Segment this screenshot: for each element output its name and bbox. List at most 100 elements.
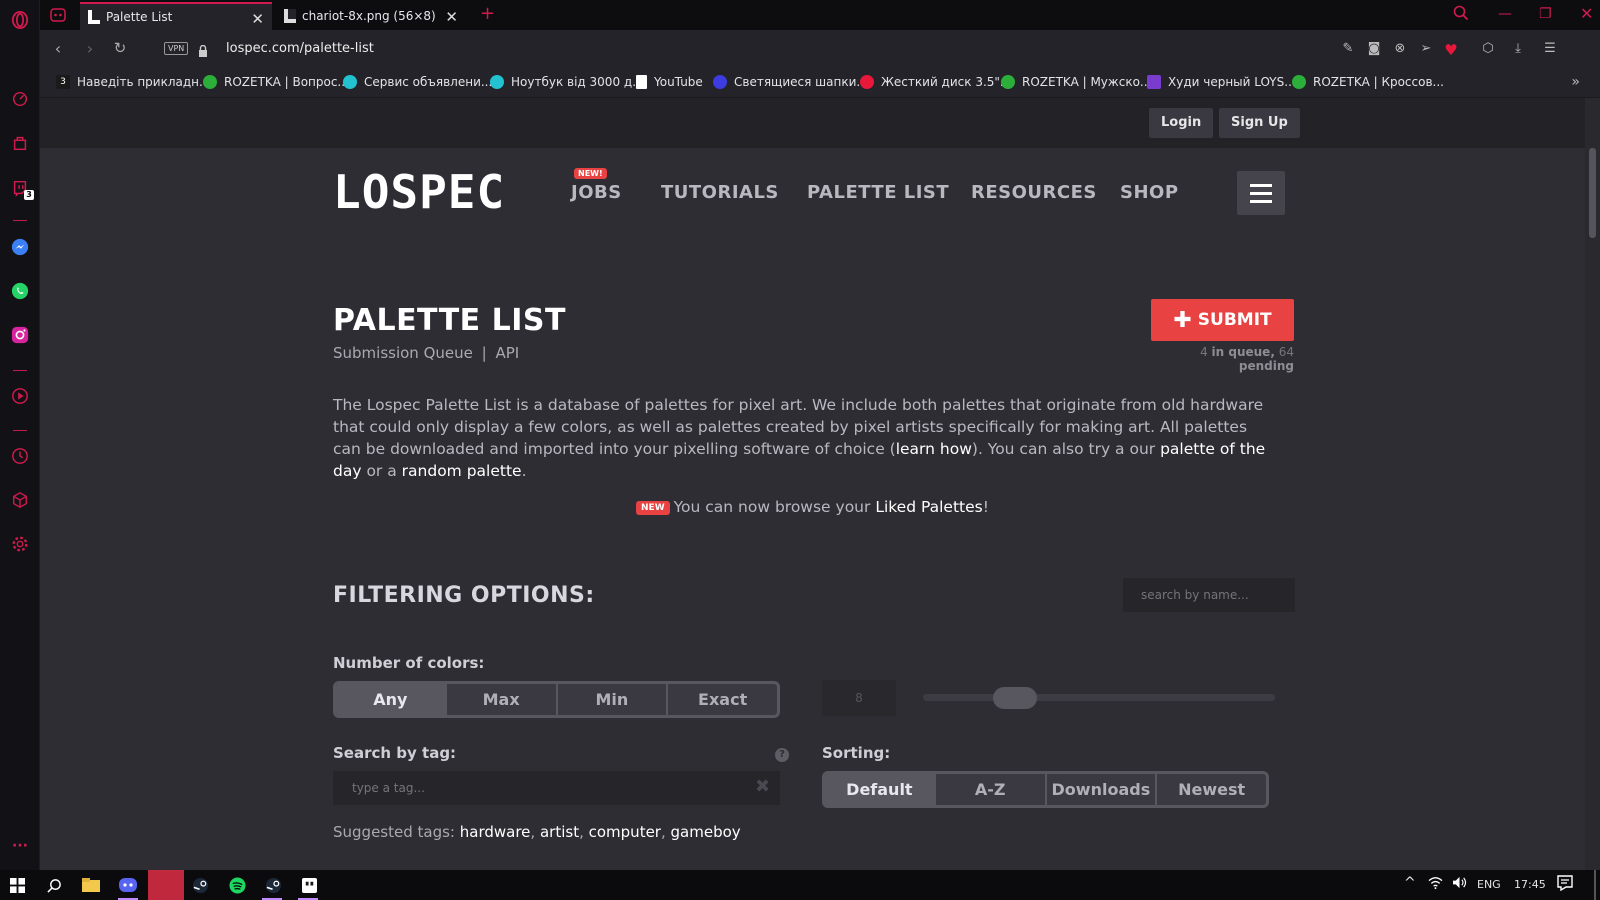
learn-how-link[interactable]: learn how <box>896 440 972 458</box>
easy-setup-icon[interactable]: ☰ <box>1542 41 1558 57</box>
num-colors-any[interactable]: Any <box>336 684 447 715</box>
settings-gear-icon[interactable] <box>10 534 30 554</box>
num-colors-min[interactable]: Min <box>558 684 669 715</box>
random-palette-link[interactable]: random palette <box>402 462 522 480</box>
cube-icon[interactable]: ⬡ <box>1480 41 1496 57</box>
bookmark-item[interactable]: YouTube <box>636 75 703 89</box>
liked-palettes-link[interactable]: Liked Palettes <box>875 498 982 516</box>
spotify-icon[interactable] <box>226 875 248 895</box>
search-icon[interactable] <box>43 875 65 895</box>
bookmark-item[interactable]: ROZETKA | Кроссов... <box>1292 75 1444 89</box>
bookmark-item[interactable]: Светящиеся шапки... <box>713 75 868 89</box>
messenger-icon[interactable] <box>10 237 30 257</box>
help-icon[interactable]: ? <box>775 748 789 762</box>
discord-icon[interactable] <box>117 875 139 895</box>
vpn-badge[interactable]: VPN <box>164 42 189 55</box>
forward-icon[interactable]: › <box>80 39 100 59</box>
bookmark-item[interactable]: Худи черный LOYS... <box>1147 75 1296 89</box>
search-by-name-input[interactable] <box>1123 578 1295 612</box>
page-scrollbar[interactable] <box>1585 98 1600 870</box>
nav-shop[interactable]: SHOP <box>1120 182 1179 203</box>
sidebar-more-icon[interactable]: ··· <box>10 836 30 856</box>
lock-icon[interactable] <box>198 42 208 57</box>
bookmarks-more-icon[interactable]: » <box>1571 74 1580 90</box>
aseprite-icon[interactable] <box>298 875 320 895</box>
url-field[interactable]: lospec.com/palette-list <box>226 41 374 56</box>
player-icon[interactable] <box>10 386 30 406</box>
num-colors-exact[interactable]: Exact <box>668 684 777 715</box>
hamburger-menu-icon[interactable] <box>1237 171 1285 215</box>
download-icon[interactable]: ⤓ <box>1510 41 1526 57</box>
tag-link[interactable]: gameboy <box>671 823 741 841</box>
sort-default[interactable]: Default <box>825 774 936 805</box>
submission-queue-link[interactable]: Submission Queue <box>333 344 473 362</box>
scroll-thumb[interactable] <box>1589 148 1596 238</box>
extensions-icon[interactable] <box>10 490 30 510</box>
bookmark-item[interactable]: ROZETKA | Мужско... <box>1001 75 1151 89</box>
tag-search-input[interactable] <box>333 771 780 805</box>
minimize-icon[interactable]: — <box>1498 6 1512 22</box>
bookmark-label: Ноутбук від 3000 д... <box>511 75 644 89</box>
bookmark-item[interactable]: Жесткий диск 3.5"... <box>860 75 1011 89</box>
history-icon[interactable] <box>10 446 30 466</box>
tab-palette-list[interactable]: Palette List ✕ <box>80 2 272 30</box>
volume-icon[interactable] <box>1452 876 1467 892</box>
sort-downloads[interactable]: Downloads <box>1047 774 1158 805</box>
num-colors-slider[interactable] <box>923 694 1275 701</box>
login-button[interactable]: Login <box>1149 108 1214 138</box>
edit-icon[interactable]: ✎ <box>1340 41 1356 57</box>
instagram-icon[interactable] <box>10 325 30 345</box>
sort-newest[interactable]: Newest <box>1157 774 1266 805</box>
adblock-icon[interactable]: ⊗ <box>1392 41 1408 57</box>
new-tab-button[interactable]: + <box>480 3 495 24</box>
restore-icon[interactable]: ❐ <box>1539 6 1552 22</box>
submit-button[interactable]: ✚ SUBMIT <box>1151 299 1294 341</box>
api-link[interactable]: API <box>495 344 519 362</box>
bookmark-item[interactable]: ROZETKA | Вопрос... <box>203 75 349 89</box>
sort-az[interactable]: A-Z <box>936 774 1047 805</box>
steam-icon[interactable] <box>189 875 211 895</box>
nav-jobs[interactable]: JOBS <box>571 182 622 203</box>
bookmark-item[interactable]: 3 Наведіть прикладн... <box>56 75 210 89</box>
tab-menu-icon[interactable] <box>50 7 66 22</box>
new-badge: NEW <box>636 501 670 515</box>
slider-handle[interactable] <box>993 687 1038 709</box>
clear-tag-icon[interactable]: ✖ <box>755 778 773 796</box>
speed-dial-icon[interactable] <box>10 89 30 109</box>
opera-taskbar-icon[interactable] <box>148 870 184 900</box>
tab-chariot[interactable]: chariot-8x.png (56×8) ✕ <box>276 2 466 30</box>
steam-icon[interactable] <box>262 875 284 895</box>
send-icon[interactable]: ➢ <box>1418 41 1434 57</box>
nav-resources[interactable]: RESOURCES <box>971 182 1097 203</box>
opera-menu-icon[interactable] <box>10 10 30 30</box>
network-icon[interactable] <box>1428 876 1443 892</box>
tag-link[interactable]: hardware <box>460 823 531 841</box>
shopping-icon[interactable] <box>10 133 30 153</box>
file-explorer-icon[interactable] <box>80 875 102 895</box>
tray-chevron-icon[interactable]: ^ <box>1404 875 1416 891</box>
whatsapp-icon[interactable] <box>10 281 30 301</box>
bookmark-item[interactable]: Ноутбук від 3000 д... <box>490 75 644 89</box>
num-colors-max[interactable]: Max <box>447 684 558 715</box>
tag-link[interactable]: artist <box>540 823 579 841</box>
reload-icon[interactable]: ↻ <box>110 39 130 59</box>
notifications-icon[interactable] <box>1557 875 1573 894</box>
num-colors-value[interactable]: 8 <box>822 680 896 716</box>
windows-start-icon[interactable] <box>6 875 28 895</box>
lospec-logo[interactable]: LOSPEC <box>333 169 505 215</box>
signup-button[interactable]: Sign Up <box>1219 108 1300 138</box>
back-icon[interactable]: ‹ <box>48 39 68 59</box>
search-tabs-icon[interactable] <box>1453 5 1469 25</box>
heart-icon[interactable]: ♥ <box>1443 41 1459 59</box>
clock[interactable]: 17:45 <box>1514 878 1546 891</box>
snapshot-icon[interactable]: ◙ <box>1366 41 1382 57</box>
language-indicator[interactable]: ENG <box>1477 878 1501 891</box>
tag-link[interactable]: computer <box>589 823 661 841</box>
nav-palette-list[interactable]: PALETTE LIST <box>807 182 949 203</box>
close-tab-icon[interactable]: ✕ <box>445 8 458 26</box>
show-desktop-button[interactable] <box>1594 870 1596 900</box>
close-window-icon[interactable]: ✕ <box>1580 4 1593 23</box>
bookmark-item[interactable]: Сервис объявлени... <box>343 75 492 89</box>
nav-tutorials[interactable]: TUTORIALS <box>661 182 779 203</box>
close-tab-icon[interactable]: ✕ <box>251 10 264 28</box>
